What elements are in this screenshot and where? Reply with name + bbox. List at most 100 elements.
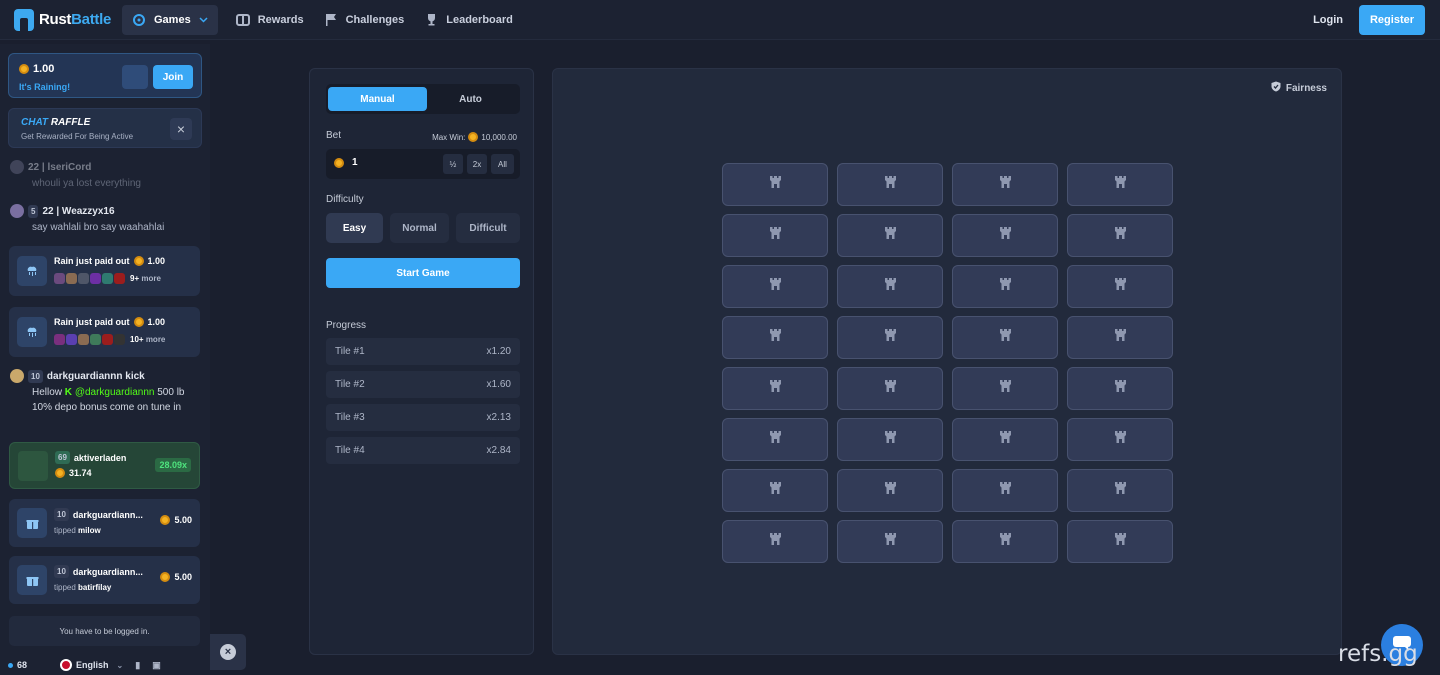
tab-auto[interactable]: Auto [421, 87, 520, 111]
tab-manual[interactable]: Manual [328, 87, 427, 111]
tower-tile[interactable] [1067, 265, 1173, 308]
coin-icon [334, 157, 344, 168]
bet-half-button[interactable]: ½ [443, 154, 463, 174]
avatar [78, 334, 89, 345]
close-icon[interactable]: × [170, 118, 192, 140]
tower-tile[interactable] [722, 520, 828, 563]
tower-tile[interactable] [952, 520, 1058, 563]
tower-tile[interactable] [722, 214, 828, 257]
nav-rewards[interactable]: Rewards [235, 13, 304, 27]
coin-icon [160, 515, 171, 525]
rain-payout-amount: 1.00 [147, 256, 166, 266]
login-button[interactable]: Login [1313, 14, 1343, 26]
tower-tile[interactable] [837, 214, 943, 257]
rain-card: 1.00 It's Raining! Join [8, 53, 202, 98]
tower-icon [769, 481, 782, 501]
tower-tile[interactable] [1067, 418, 1173, 461]
tower-icon [884, 226, 897, 246]
difficulty-easy[interactable]: Easy [326, 213, 383, 243]
avatar [78, 273, 89, 284]
logo-mark-icon [14, 8, 34, 31]
tower-tile[interactable] [722, 316, 828, 359]
avatar [54, 273, 65, 284]
tower-icon [1114, 430, 1127, 450]
tower-icon [769, 328, 782, 348]
language-selector[interactable]: English ⌄ [60, 659, 123, 671]
coin-icon [19, 64, 29, 74]
tower-tile[interactable] [837, 265, 943, 308]
fairness-link[interactable]: Fairness [1271, 81, 1327, 95]
bet-double-button[interactable]: 2x [467, 154, 487, 174]
tower-tile[interactable] [837, 316, 943, 359]
tower-tile[interactable] [722, 418, 828, 461]
tower-icon [999, 328, 1012, 348]
difficulty-difficult[interactable]: Difficult [456, 213, 520, 243]
progress-tile: Tile #4 [335, 445, 365, 456]
more-count: 10+ [130, 335, 144, 344]
progress-multiplier: x1.60 [486, 379, 511, 390]
tower-tile[interactable] [952, 367, 1058, 410]
tower-tile[interactable] [952, 265, 1058, 308]
progress-multiplier: x1.20 [486, 346, 511, 357]
logo[interactable]: RustBattle [14, 8, 122, 31]
tower-icon [884, 379, 897, 399]
avatar [66, 273, 77, 284]
tower-tile[interactable] [1067, 367, 1173, 410]
nav-challenges[interactable]: Challenges [324, 13, 404, 27]
tower-icon [769, 226, 782, 246]
tower-tile[interactable] [952, 469, 1058, 512]
nav-games-dropdown[interactable]: Games [122, 4, 218, 35]
tower-tile[interactable] [837, 520, 943, 563]
progress-multiplier: x2.13 [486, 412, 511, 423]
gift-icon [17, 565, 47, 595]
register-button[interactable]: Register [1359, 4, 1425, 35]
settings-icon[interactable]: ▣ [152, 660, 161, 671]
online-count: 68 [17, 660, 28, 670]
rain-cloud-icon [17, 256, 47, 286]
tower-tile[interactable] [1067, 163, 1173, 206]
big-win-card: 69 aktiverladen 31.74 28.09x [9, 442, 200, 489]
difficulty-normal[interactable]: Normal [390, 213, 449, 243]
tower-tile[interactable] [1067, 520, 1173, 563]
tower-tile[interactable] [722, 265, 828, 308]
win-multiplier: 28.09x [155, 458, 191, 472]
tower-tile[interactable] [837, 163, 943, 206]
tower-tile[interactable] [837, 418, 943, 461]
chat-mention[interactable]: @darkguardiannn [75, 387, 155, 398]
tower-icon [999, 430, 1012, 450]
avatar [102, 273, 113, 284]
tower-tile[interactable] [837, 469, 943, 512]
tip-amount: 5.00 [174, 515, 192, 525]
tower-tile[interactable] [952, 214, 1058, 257]
rain-amount: 1.00 [33, 63, 55, 75]
tower-tile[interactable] [952, 418, 1058, 461]
tower-tile[interactable] [722, 367, 828, 410]
tower-tile[interactable] [722, 469, 828, 512]
bet-value[interactable]: 1 [352, 157, 358, 168]
bet-all-button[interactable]: All [491, 154, 514, 174]
tip-username: darkguardiann... [72, 509, 143, 520]
avatar [54, 334, 65, 345]
tower-tile[interactable] [1067, 214, 1173, 257]
rain-user-icon[interactable] [122, 65, 148, 89]
tower-icon [769, 277, 782, 297]
tower-tile[interactable] [952, 316, 1058, 359]
chat-username: darkguardiannn kick [46, 370, 145, 382]
tower-tile[interactable] [1067, 469, 1173, 512]
rain-join-button[interactable]: Join [153, 65, 193, 89]
tower-tile[interactable] [952, 163, 1058, 206]
rules-icon[interactable]: ▮ [135, 660, 140, 671]
bet-amount-input[interactable]: 1 ½ 2x All [326, 149, 520, 179]
tip-username: darkguardiann... [72, 566, 143, 577]
avatar [102, 334, 113, 345]
tower-game-board: Fairness [552, 68, 1342, 655]
chat-input-locked[interactable]: You have to be logged in. [9, 616, 200, 646]
tower-tile[interactable] [722, 163, 828, 206]
nav-leaderboard[interactable]: Leaderboard [424, 13, 513, 27]
game-thumbnail [18, 451, 48, 481]
chat-close-toggle[interactable]: × [210, 634, 246, 670]
level-badge: 5 [28, 204, 39, 218]
start-game-button[interactable]: Start Game [326, 258, 520, 288]
tower-tile[interactable] [1067, 316, 1173, 359]
tower-tile[interactable] [837, 367, 943, 410]
